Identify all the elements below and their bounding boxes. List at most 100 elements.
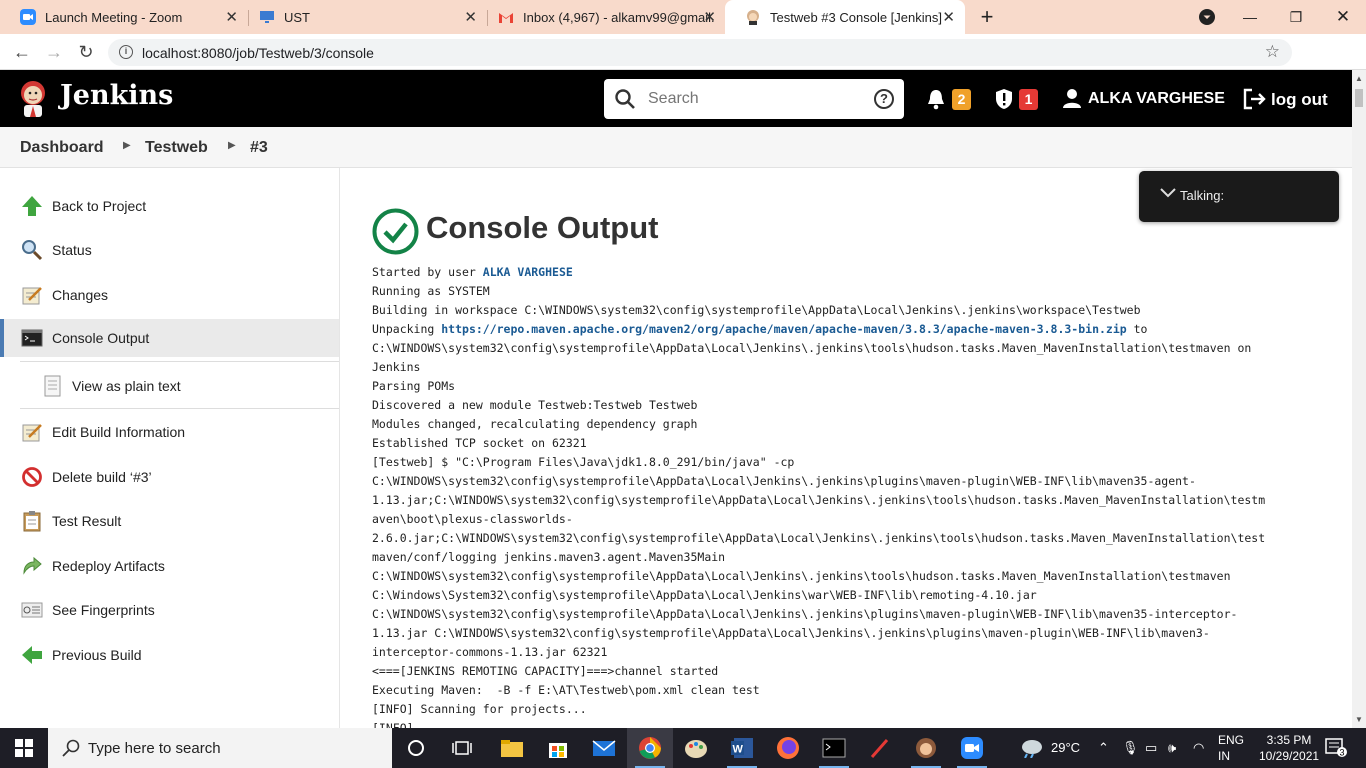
- zoom-app-icon[interactable]: [949, 728, 995, 768]
- sidebar-item-redeploy-artifacts[interactable]: Redeploy Artifacts: [0, 547, 339, 585]
- sidebar: Back to Project Status Changes Console O…: [0, 168, 340, 728]
- console-line: Running as SYSTEM: [372, 284, 490, 298]
- scroll-up-icon[interactable]: ▲: [1355, 74, 1363, 83]
- console-text: Started by user: [372, 265, 483, 279]
- page-title: Console Output: [426, 210, 659, 245]
- close-icon[interactable]: ✕: [225, 8, 238, 26]
- word-icon[interactable]: W: [719, 728, 765, 768]
- console-line: Unpacking https://repo.maven.apache.org/…: [372, 320, 1332, 339]
- help-icon[interactable]: ?: [874, 89, 894, 109]
- jenkins-app-icon[interactable]: [903, 728, 949, 768]
- bookmark-star-icon[interactable]: ☆: [1265, 42, 1280, 62]
- tab-gmail[interactable]: Inbox (4,967) - alkamv99@gmail. ✕: [478, 0, 726, 34]
- wifi-icon[interactable]: ◠: [1193, 740, 1204, 756]
- jenkins-title[interactable]: Jenkins: [60, 80, 173, 111]
- back-arrow-icon[interactable]: ←: [9, 40, 35, 64]
- cmd-icon[interactable]: [811, 728, 857, 768]
- file-explorer-icon[interactable]: [489, 728, 535, 768]
- search-input[interactable]: [646, 86, 861, 112]
- address-bar[interactable]: i localhost:8080/job/Testweb/3/console ☆: [108, 39, 1292, 66]
- store-icon[interactable]: [535, 728, 581, 768]
- tab-jenkins-console[interactable]: Testweb #3 Console [Jenkins] ✕: [725, 0, 965, 34]
- bell-icon[interactable]: [926, 88, 946, 110]
- console-line: [INFO] Scanning for projects...: [372, 702, 587, 716]
- user-name-link[interactable]: ALKA VARGHESE: [1088, 90, 1225, 108]
- chevron-down-icon[interactable]: [1159, 187, 1177, 199]
- paint-icon[interactable]: [673, 728, 719, 768]
- mail-icon[interactable]: [581, 728, 627, 768]
- sidebar-item-changes[interactable]: Changes: [0, 276, 339, 314]
- main-content: Console Output Started by user ALKA VARG…: [340, 168, 1352, 728]
- console-line: Established TCP socket on 62321: [372, 436, 587, 450]
- reload-icon[interactable]: ↻: [73, 40, 99, 64]
- console-line: [Testweb] $ "C:\Program Files\Java\jdk1.…: [372, 455, 795, 469]
- volume-icon[interactable]: 🕪: [1168, 740, 1176, 756]
- close-icon[interactable]: ✕: [703, 8, 716, 26]
- talking-overlay[interactable]: Talking:: [1139, 171, 1339, 222]
- scroll-down-icon[interactable]: ▼: [1355, 715, 1363, 724]
- sidebar-item-status[interactable]: Status: [0, 231, 339, 269]
- cortana-icon[interactable]: [393, 728, 439, 768]
- shield-icon[interactable]: [994, 88, 1014, 110]
- sidebar-item-back-to-project[interactable]: Back to Project: [0, 187, 339, 225]
- close-window-icon[interactable]: ✕: [1320, 0, 1366, 34]
- talking-label: Talking:: [1180, 188, 1225, 203]
- url-text: localhost:8080/job/Testweb/3/console: [142, 44, 374, 61]
- taskbar-search-box[interactable]: Type here to search: [48, 728, 392, 768]
- console-line: maven/conf/logging jenkins.maven3.agent.…: [372, 550, 726, 564]
- clipboard-icon: [23, 511, 41, 532]
- tab-ust[interactable]: UST ✕: [239, 0, 487, 34]
- battery-icon[interactable]: ▭: [1145, 740, 1157, 756]
- restore-icon[interactable]: ❐: [1273, 0, 1319, 34]
- user-icon[interactable]: [1062, 88, 1082, 110]
- forward-arrow-icon[interactable]: →: [41, 40, 67, 64]
- close-icon[interactable]: ✕: [942, 8, 955, 26]
- language-indicator[interactable]: ENG IN: [1218, 732, 1244, 764]
- console-line: Building in workspace C:\WINDOWS\system3…: [372, 303, 1141, 317]
- tab-search-icon[interactable]: [1184, 0, 1230, 34]
- clock[interactable]: 3:35 PM 10/29/2021: [1259, 732, 1319, 764]
- security-badge[interactable]: 1: [1019, 89, 1038, 110]
- chevron-up-icon[interactable]: ⌃: [1098, 740, 1109, 756]
- sidebar-item-see-fingerprints[interactable]: See Fingerprints: [0, 591, 339, 629]
- notification-center-icon[interactable]: 3: [1325, 738, 1347, 761]
- sidebar-item-view-plain-text[interactable]: View as plain text: [0, 367, 339, 405]
- breadcrumb-testweb[interactable]: Testweb: [145, 139, 208, 157]
- user-link[interactable]: ALKA VARGHESE: [483, 265, 573, 279]
- jenkins-logo[interactable]: [18, 79, 48, 117]
- tab-title: Testweb #3 Console [Jenkins]: [770, 9, 942, 25]
- logout-link[interactable]: log out: [1271, 90, 1328, 110]
- sidebar-item-edit-build-info[interactable]: Edit Build Information: [0, 413, 339, 451]
- weather-temp[interactable]: 29°C: [1051, 740, 1080, 755]
- tab-zoom[interactable]: Launch Meeting - Zoom ✕: [0, 0, 248, 34]
- chrome-icon[interactable]: [627, 728, 673, 768]
- windows-start-icon[interactable]: [0, 728, 48, 768]
- chevron-right-icon[interactable]: ▶: [123, 140, 131, 151]
- sidebar-item-label: Console Output: [52, 330, 150, 346]
- sidebar-item-console-output[interactable]: Console Output: [0, 319, 339, 357]
- sidebar-item-test-result[interactable]: Test Result: [0, 502, 339, 540]
- sidebar-item-previous-build[interactable]: Previous Build: [0, 636, 339, 674]
- notifications-badge[interactable]: 2: [952, 89, 971, 110]
- sidebar-item-label: See Fingerprints: [52, 602, 155, 618]
- task-view-icon[interactable]: [439, 728, 485, 768]
- weather-icon[interactable]: [1019, 738, 1045, 761]
- breadcrumb-build[interactable]: #3: [250, 139, 268, 157]
- site-info-icon[interactable]: i: [119, 45, 133, 59]
- microphone-icon[interactable]: 🎙: [1122, 740, 1139, 756]
- scrollbar-thumb[interactable]: [1355, 89, 1363, 107]
- sidebar-item-delete-build[interactable]: Delete build ‘#3’: [0, 458, 339, 496]
- maven-download-link[interactable]: https://repo.maven.apache.org/maven2/org…: [441, 322, 1126, 336]
- windows-taskbar: Type here to search W 29°C ⌃ 🎙 ▭ 🕪 ◠ ENG…: [0, 728, 1366, 768]
- new-tab-button[interactable]: +: [964, 0, 1010, 34]
- breadcrumb-dashboard[interactable]: Dashboard: [20, 139, 104, 157]
- page-scrollbar[interactable]: ▲ ▼: [1352, 70, 1366, 728]
- pen-icon[interactable]: [857, 728, 903, 768]
- minimize-icon[interactable]: —: [1227, 0, 1273, 34]
- chevron-right-icon[interactable]: ▶: [228, 140, 236, 151]
- close-icon[interactable]: ✕: [464, 8, 477, 26]
- firefox-icon[interactable]: [765, 728, 811, 768]
- logout-icon[interactable]: [1243, 88, 1267, 110]
- console-line: Started by user ALKA VARGHESE: [372, 263, 1332, 282]
- sidebar-item-label: Back to Project: [52, 198, 147, 214]
